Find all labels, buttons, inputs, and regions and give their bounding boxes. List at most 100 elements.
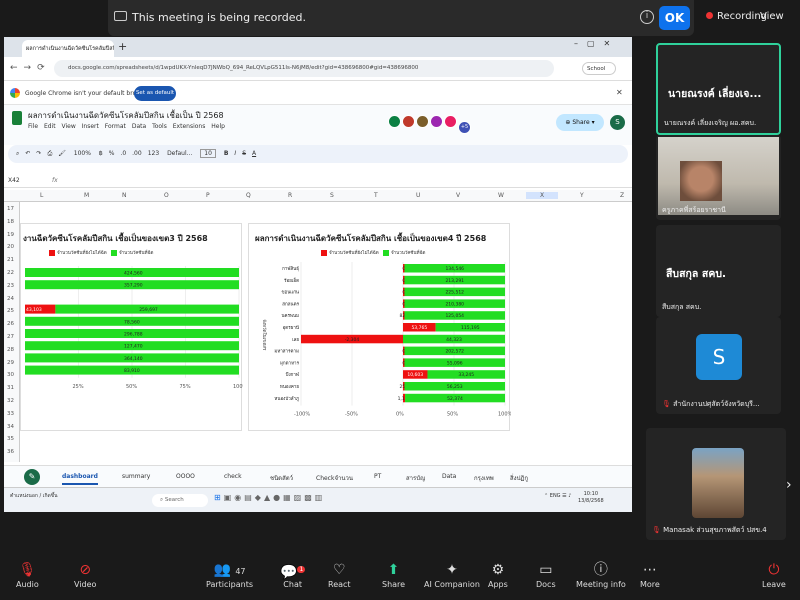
row-header[interactable]: 18	[7, 219, 14, 225]
recording-status[interactable]: Recording	[706, 11, 767, 22]
text-color-icon[interactable]: A	[252, 150, 256, 157]
row-header[interactable]: 35	[7, 436, 14, 442]
paint-format-icon[interactable]: 🖌	[58, 150, 66, 157]
print-icon[interactable]: ⎙	[47, 150, 52, 157]
sheet-tab[interactable]: กรุงเทพ	[474, 473, 494, 483]
row-header[interactable]: 33	[7, 411, 14, 417]
column-header[interactable]: S	[330, 192, 334, 199]
column-header[interactable]: U	[416, 192, 420, 199]
nav-icons[interactable]: ←→⟳	[10, 63, 51, 73]
apps-button[interactable]: ⚙ Apps	[488, 560, 508, 589]
participant-tile[interactable]: 🎙 Manasak ส่วนสุขภาพสัตว์ ปสข.4	[646, 428, 786, 540]
row-header[interactable]: 31	[7, 385, 14, 391]
sheet-tab[interactable]: PT	[374, 473, 381, 480]
currency-button[interactable]: ฿	[99, 150, 103, 157]
participant-tile[interactable]: สืบสกุล สคบ. สืบสกุล สคบ.	[656, 225, 781, 317]
column-header[interactable]: T	[374, 192, 378, 199]
chat-button[interactable]: 💬 1 Chat	[280, 560, 306, 589]
column-header[interactable]: X	[526, 192, 559, 199]
avatar[interactable]	[416, 115, 429, 128]
browser-tab[interactable]: ผลการดำเนินงานฉีดวัคซีนโรคลัมปีสกิน...	[22, 40, 114, 57]
menu-item-view[interactable]: View	[61, 123, 81, 130]
language-indicator[interactable]: ENG	[550, 493, 561, 499]
clock[interactable]: 10:10 13/8/2568	[578, 491, 604, 505]
decrease-decimal-button[interactable]: .0	[120, 150, 126, 157]
share-screen-button[interactable]: ⬆ Share	[382, 560, 405, 589]
gallery-next-icon[interactable]: ›	[786, 477, 792, 493]
participant-tile[interactable]: ครูภาคพี่สร้อยราชานี	[656, 135, 781, 220]
chart-zone4[interactable]: ผลการดำเนินงานฉีดวัคซีนโรคลัมปีสกิน เชื้…	[248, 223, 511, 431]
url-field[interactable]: docs.google.com/spreadsheets/d/1wpdUKX-Y…	[54, 60, 554, 77]
search-icon[interactable]: ⌕	[16, 150, 19, 157]
row-header[interactable]: 21	[7, 257, 14, 263]
row-header[interactable]: 32	[7, 398, 14, 404]
column-header[interactable]: R	[288, 192, 292, 199]
row-header[interactable]: 30	[7, 372, 14, 378]
close-icon[interactable]: ✕	[616, 88, 623, 97]
strikethrough-icon[interactable]: S	[242, 150, 246, 157]
menu-item-data[interactable]: Data	[132, 123, 152, 130]
column-header[interactable]: N	[122, 192, 127, 199]
increase-decimal-button[interactable]: .00	[132, 150, 142, 157]
apps-icons[interactable]: ▣◉▤◆▲●▦▨▩▥	[224, 493, 326, 502]
sheet-tab[interactable]: ชนิดสัตว์	[270, 473, 293, 483]
row-header[interactable]: 34	[7, 424, 14, 430]
column-header[interactable]: W	[498, 192, 504, 199]
window-controls[interactable]: –▢✕	[574, 39, 619, 48]
sheet-tab[interactable]: OOOO	[176, 473, 195, 480]
row-header[interactable]: 25	[7, 308, 14, 314]
sheet-tab[interactable]: Checkจำนวน	[316, 473, 353, 483]
document-title[interactable]: ผลการดำเนินงานฉีดวัคซีนโรคลัมปีสกิน เชื้…	[28, 109, 224, 122]
row-header[interactable]: 19	[7, 232, 14, 238]
system-tray[interactable]: ⌃ ENG ☰ ♪	[544, 493, 571, 499]
sheet-tab[interactable]: check	[224, 473, 242, 480]
percent-button[interactable]: %	[109, 150, 115, 157]
menu-item-file[interactable]: File	[28, 123, 44, 130]
set-default-button[interactable]: Set as default	[134, 86, 176, 101]
column-header[interactable]: Q	[246, 192, 251, 199]
meeting-info-button[interactable]: ⓘ Meeting info	[576, 560, 626, 589]
sheet-tab[interactable]: dashboard	[62, 473, 98, 485]
row-header[interactable]: 27	[7, 334, 14, 340]
view-button[interactable]: View	[760, 11, 784, 22]
name-box[interactable]: X42	[8, 177, 20, 184]
column-header[interactable]: M	[84, 192, 89, 199]
column-header[interactable]: V	[456, 192, 460, 199]
row-header[interactable]: 20	[7, 244, 14, 250]
row-header[interactable]: 36	[7, 449, 14, 455]
column-header[interactable]: O	[164, 192, 169, 199]
column-header[interactable]: L	[40, 192, 43, 199]
participants-button[interactable]: 👥 47 Participants	[206, 560, 253, 589]
row-header[interactable]: 28	[7, 347, 14, 353]
leave-button[interactable]: ⏻ Leave	[762, 560, 786, 589]
sheets-logo-icon[interactable]	[12, 111, 22, 125]
column-header[interactable]: Z	[620, 192, 624, 199]
audio-button[interactable]: 🎙 Audio	[16, 560, 39, 589]
avatar[interactable]	[444, 115, 457, 128]
ai-companion-button[interactable]: ✦ AI Companion	[424, 560, 480, 589]
react-button[interactable]: ♡ React	[328, 560, 351, 589]
sheet-tab[interactable]: สิ่งปฏิกู	[510, 473, 528, 483]
weather-widget[interactable]: ตำแหน่งนอก / เกิดขึ้น	[10, 492, 58, 500]
undo-icon[interactable]: ↶	[25, 150, 30, 157]
new-tab-icon[interactable]: +	[118, 40, 127, 53]
zoom-select[interactable]: 100%	[74, 150, 91, 157]
account-avatar[interactable]: S	[610, 115, 625, 130]
collaborator-avatars[interactable]: +5	[388, 113, 472, 134]
avatar[interactable]	[388, 115, 401, 128]
row-header[interactable]: 24	[7, 296, 14, 302]
menu-item-edit[interactable]: Edit	[44, 123, 62, 130]
font-size-input[interactable]: 10	[200, 149, 216, 158]
more-button[interactable]: ⋯ More	[640, 560, 660, 589]
number-format-button[interactable]: 123	[148, 150, 159, 157]
menu-item-help[interactable]: Help	[211, 123, 225, 130]
video-button[interactable]: ⊘ Video	[74, 560, 96, 589]
bold-icon[interactable]: B	[224, 150, 229, 157]
avatar[interactable]	[402, 115, 415, 128]
row-header[interactable]: 29	[7, 360, 14, 366]
docs-button[interactable]: ▭ Docs	[536, 560, 556, 589]
avatar[interactable]	[430, 115, 443, 128]
profile-button[interactable]: School	[582, 62, 616, 75]
sheet-tab[interactable]: Data	[442, 473, 456, 480]
menu-item-extensions[interactable]: Extensions	[173, 123, 212, 130]
